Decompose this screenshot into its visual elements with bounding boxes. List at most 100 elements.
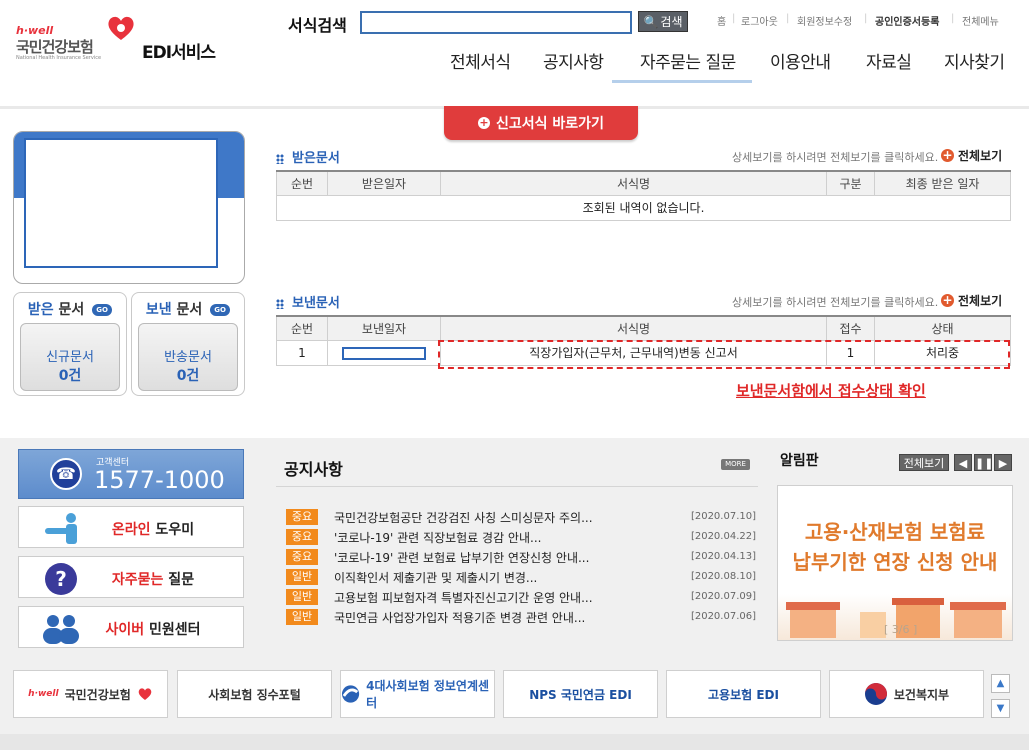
col-header: 서식명 xyxy=(440,170,827,196)
notice-more-button[interactable]: MORE xyxy=(721,459,750,470)
util-cert-register[interactable]: 공인인증서등록 xyxy=(875,13,939,28)
scroll-up-icon[interactable]: ▲ xyxy=(991,674,1010,693)
faq-button[interactable]: ? 자주묻는 질문 xyxy=(18,556,244,598)
online-helper-button[interactable]: 온라인 도우미 xyxy=(18,506,244,548)
cyber-civil-center-button[interactable]: 사이버 민원센터 xyxy=(18,606,244,648)
list-item[interactable]: 일반 고용보험 피보험자격 특별자진신고기간 운영 안내... [2020.07… xyxy=(286,588,756,606)
row-no: 1 xyxy=(276,339,328,366)
banner-nps-edi[interactable]: NPS 국민연금 EDI xyxy=(503,670,658,718)
footer-bar xyxy=(0,734,1029,750)
board-banner[interactable]: 고용·산재보험 보험료 납부기한 연장 신청 안내 [ 3/6 ] xyxy=(777,485,1013,641)
list-item[interactable]: 일반 국민연금 사업장가입자 적용기준 변경 관련 안내... [2020.07… xyxy=(286,608,756,626)
go-icon[interactable]: GO xyxy=(210,304,231,316)
gnb-branch-finder[interactable]: 지사찾기 xyxy=(944,48,1005,73)
tag-important: 중요 xyxy=(286,549,318,565)
received-docs-box[interactable]: 받은 문서 GO 신규문서 0건 xyxy=(13,292,127,396)
notice-date: [2020.04.22] xyxy=(690,531,756,542)
faq-label: 자주묻는 질문 xyxy=(93,569,213,589)
prev-icon[interactable]: ◀ xyxy=(954,454,972,471)
header: h·well 국민건강보험 National Health Insurance … xyxy=(0,0,1029,96)
search-input[interactable] xyxy=(360,11,632,34)
table-header-row: 순번 보낸일자 서식명 접수 상태 xyxy=(276,315,1011,341)
received-hint: 상세보기를 하시려면 전체보기를 클릭하세요. xyxy=(732,151,939,164)
online-helper-label: 온라인 도우미 xyxy=(93,519,213,539)
util-member-edit[interactable]: 회원정보수정 xyxy=(797,13,852,28)
banner-label: 보건복지부 xyxy=(893,687,950,702)
returned-docs-count[interactable]: 반송문서 0건 xyxy=(138,323,238,391)
banner-nhis[interactable]: h·well 국민건강보험 xyxy=(13,670,168,718)
pause-icon[interactable]: ❚❚ xyxy=(974,454,993,471)
notice-date: [2020.04.13] xyxy=(690,551,756,562)
notice-text[interactable]: 국민건강보험공단 건강검진 사칭 스미싱문자 주의... xyxy=(334,509,593,526)
list-item[interactable]: 중요 '코로나-19' 관련 보험료 납부기한 연장신청 안내... [2020… xyxy=(286,548,756,566)
new-docs-label: 신규문서 xyxy=(46,350,94,365)
banner-label: NPS 국민연금 EDI xyxy=(529,687,632,702)
notice-text[interactable]: 고용보험 피보험자격 특별자진신고기간 운영 안내... xyxy=(334,589,593,606)
divider: | xyxy=(864,13,868,24)
util-all-menu[interactable]: 전체메뉴 xyxy=(962,13,999,28)
sent-docs-box[interactable]: 보낸 문서 GO 반송문서 0건 xyxy=(131,292,245,396)
logo-name[interactable]: 국민건강보험 xyxy=(16,36,94,57)
cyber-civil-label-rest: 민원센터 xyxy=(144,622,201,638)
scroll-down-icon[interactable]: ▼ xyxy=(991,699,1010,718)
received-docs-title-b: 문서 xyxy=(53,302,85,318)
banner-social-insurance-portal[interactable]: 사회보험 징수포털 xyxy=(177,670,332,718)
row-date xyxy=(327,339,441,366)
util-home[interactable]: 홈 xyxy=(717,13,726,28)
notice-text[interactable]: '코로나-19' 관련 직장보험료 경감 안내... xyxy=(334,529,541,546)
gnb-guide[interactable]: 이용안내 xyxy=(770,48,831,73)
banner-ministry-health[interactable]: 보건복지부 xyxy=(829,670,984,718)
util-logout[interactable]: 로그아웃 xyxy=(741,13,778,28)
gnb-archive[interactable]: 자료실 xyxy=(866,48,912,73)
received-section-title: 받은문서 xyxy=(276,147,340,166)
received-table: 순번 받은일자 서식명 구분 최종 받은 일자 조회된 내역이 없습니다. xyxy=(276,170,1011,221)
form-shortcut-button[interactable]: + 신고서식 바로가기 xyxy=(444,106,638,140)
gnb-faq[interactable]: 자주묻는 질문 xyxy=(640,48,736,73)
received-docs-title-a: 받은 xyxy=(27,302,54,318)
banner-label: 국민건강보험 xyxy=(64,687,131,702)
board-page-indicator: [ 3/6 ] xyxy=(884,623,918,636)
returned-docs-label: 반송문서 xyxy=(164,350,212,365)
received-view-all[interactable]: + 전체보기 xyxy=(941,147,1002,164)
notice-text[interactable]: 국민연금 사업장가입자 적용기준 변경 관련 안내... xyxy=(334,609,585,626)
swirl-logo-icon xyxy=(341,685,360,703)
gnb-all-forms[interactable]: 전체서식 xyxy=(450,48,511,73)
board-view-all-button[interactable]: 전체보기 xyxy=(899,454,949,471)
banner-4-insurance-center[interactable]: 4대사회보험 정보연계센터 xyxy=(340,670,495,718)
faq-label-rest: 질문 xyxy=(163,572,195,588)
sent-docs-title-a: 보낸 xyxy=(145,302,172,318)
search-button[interactable]: 🔍 검색 xyxy=(638,11,688,32)
col-header: 순번 xyxy=(276,170,328,196)
col-header: 받은일자 xyxy=(327,170,441,196)
date-field xyxy=(342,346,426,360)
banner-employment-insurance-edi[interactable]: 고용보험 EDI xyxy=(666,670,821,718)
gnb-notice[interactable]: 공지사항 xyxy=(543,48,604,73)
list-item[interactable]: 일반 이직확인서 제출기관 및 제출시기 변경... [2020.08.10] xyxy=(286,568,756,586)
banner-label: 4대사회보험 정보연계센터 xyxy=(366,679,490,710)
bullet-icon xyxy=(276,298,284,309)
next-icon[interactable]: ▶ xyxy=(994,454,1012,471)
new-docs-count[interactable]: 신규문서 0건 xyxy=(20,323,120,391)
col-header: 최종 받은 일자 xyxy=(874,170,1011,196)
gnb-active-indicator xyxy=(612,80,752,83)
notice-date: [2020.08.10] xyxy=(690,571,756,582)
col-header: 구분 xyxy=(826,170,875,196)
notice-text[interactable]: 이직확인서 제출기관 및 제출시기 변경... xyxy=(334,569,537,586)
list-item[interactable]: 중요 '코로나-19' 관련 직장보험료 경감 안내... [2020.04.2… xyxy=(286,528,756,546)
received-section-title-text: 받은문서 xyxy=(292,151,340,166)
go-icon[interactable]: GO xyxy=(92,304,113,316)
search-label: 서식검색 xyxy=(288,16,347,35)
list-item[interactable]: 중요 국민건강보험공단 건강검진 사칭 스미싱문자 주의... [2020.07… xyxy=(286,508,756,526)
notice-date: [2020.07.06] xyxy=(690,611,756,622)
divider xyxy=(276,486,758,487)
col-header: 순번 xyxy=(276,315,328,341)
tag-general: 일반 xyxy=(286,589,318,605)
returned-docs-value: 0건 xyxy=(176,368,200,384)
plus-icon: + xyxy=(941,293,954,307)
sent-view-all[interactable]: + 전체보기 xyxy=(941,292,1002,309)
banner-label: 사회보험 징수포털 xyxy=(208,687,301,702)
board-line-2: 납부기한 연장 신청 안내 xyxy=(792,550,998,574)
sent-docs-title-b: 문서 xyxy=(171,302,203,318)
notice-text[interactable]: '코로나-19' 관련 보험료 납부기한 연장신청 안내... xyxy=(334,549,589,566)
banner-logo-hwell: h·well xyxy=(28,689,59,699)
